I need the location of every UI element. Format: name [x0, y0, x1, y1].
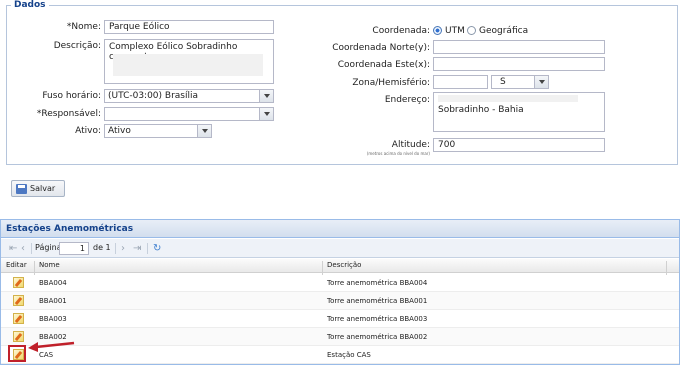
fuso-label: Fuso horário:	[42, 91, 101, 101]
table-row[interactable]: BBA003 Torre anemométrica BBA003	[1, 310, 679, 328]
hemisferio-value: S	[500, 77, 506, 87]
edit-icon[interactable]	[13, 277, 24, 288]
endereco-text: Sobradinho - Bahia	[438, 105, 524, 115]
radio-utm[interactable]	[433, 26, 442, 35]
table-row[interactable]: BBA002 Torre anemométrica BBA002	[1, 328, 679, 346]
radio-geografica-label: Geográfica	[479, 26, 529, 36]
page-input[interactable]: 1	[59, 242, 89, 255]
table-row[interactable]: BBA001 Torre anemométrica BBA001	[1, 292, 679, 310]
row-nome: BBA004	[39, 279, 67, 287]
row-nome: BBA001	[39, 297, 67, 305]
radio-utm-label: UTM	[445, 26, 465, 36]
save-button[interactable]: Salvar	[11, 180, 65, 197]
column-divider	[34, 261, 35, 275]
responsavel-label: *Responsável:	[36, 109, 101, 119]
first-page-icon[interactable]: ⇤	[9, 243, 17, 254]
floppy-disk-icon	[16, 184, 27, 194]
refresh-icon[interactable]: ↻	[153, 243, 161, 254]
row-nome: BBA003	[39, 315, 67, 323]
row-descricao: Estação CAS	[327, 351, 371, 359]
chevron-down-icon[interactable]	[534, 76, 548, 88]
endereco-label: Endereço:	[384, 95, 430, 105]
page-count: de 1	[93, 243, 111, 252]
panel-title: Estações Anemométricas	[1, 220, 679, 238]
chevron-down-icon[interactable]	[197, 125, 211, 137]
row-descricao: Torre anemométrica BBA001	[327, 297, 428, 305]
altitude-input[interactable]: 700	[433, 138, 605, 152]
separator	[115, 243, 116, 254]
column-divider	[322, 261, 323, 275]
row-descricao: Torre anemométrica BBA003	[327, 315, 428, 323]
norte-label: Coordenada Norte(y):	[332, 43, 430, 53]
row-nome: CAS	[39, 351, 54, 359]
ativo-label: Ativo:	[75, 126, 101, 136]
table-row[interactable]: BBA004 Torre anemométrica BBA004	[1, 274, 679, 292]
este-label: Coordenada Este(x):	[337, 60, 430, 70]
table-row[interactable]: CAS Estação CAS	[1, 346, 679, 364]
nome-label: *Nome:	[66, 22, 101, 32]
row-descricao: Torre anemométrica BBA004	[327, 279, 428, 287]
fuso-select[interactable]: (UTC-03:00) Brasília	[104, 89, 274, 103]
row-descricao: Torre anemométrica BBA002	[327, 333, 428, 341]
descricao-label: Descrição:	[53, 41, 101, 51]
save-button-label: Salvar	[30, 184, 56, 193]
separator	[147, 243, 148, 254]
chevron-down-icon[interactable]	[259, 90, 273, 102]
este-input[interactable]	[433, 57, 605, 71]
edit-icon[interactable]	[13, 313, 24, 324]
altitude-sublabel: (metros acima do nível do mar)	[366, 151, 430, 156]
col-editar[interactable]: Editar	[6, 261, 27, 269]
redacted-text	[438, 95, 578, 102]
separator	[31, 243, 32, 254]
fuso-value: (UTC-03:00) Brasília	[108, 91, 199, 101]
ativo-value: Ativo	[108, 126, 131, 136]
edit-icon[interactable]	[13, 295, 24, 306]
red-arrow-icon	[28, 341, 75, 352]
responsavel-select[interactable]	[104, 107, 274, 121]
hemisferio-select[interactable]: S	[491, 75, 549, 89]
paging-toolbar: ⇤ ‹ Página 1 de 1 › ⇥ ↻	[1, 239, 679, 258]
page-label: Página	[35, 243, 62, 252]
redacted-text	[113, 54, 263, 76]
dados-fieldset: Dados *Nome: Parque Eólico Descrição: Co…	[6, 0, 678, 165]
prev-page-icon[interactable]: ‹	[21, 243, 25, 254]
zona-input[interactable]	[433, 75, 488, 89]
estacoes-panel: Estações Anemométricas ⇤ ‹ Página 1 de 1…	[0, 219, 680, 365]
coordenada-label: Coordenada:	[372, 26, 430, 36]
col-nome[interactable]: Nome	[39, 261, 60, 269]
altitude-label: Altitude:	[391, 140, 430, 150]
grid-header: Editar Nome Descrição	[1, 259, 679, 275]
dados-legend: Dados	[11, 0, 49, 10]
endereco-textarea[interactable]: Sobradinho - Bahia	[433, 92, 605, 132]
zona-label: Zona/Hemisfério:	[352, 78, 430, 88]
last-page-icon[interactable]: ⇥	[133, 243, 141, 254]
norte-input[interactable]	[433, 40, 605, 54]
highlight-box	[8, 345, 26, 362]
ativo-select[interactable]: Ativo	[104, 124, 212, 138]
column-divider	[666, 261, 667, 275]
radio-geografica[interactable]	[467, 26, 476, 35]
nome-input[interactable]: Parque Eólico	[104, 20, 274, 34]
chevron-down-icon[interactable]	[259, 108, 273, 120]
edit-icon[interactable]	[13, 331, 24, 342]
next-page-icon[interactable]: ›	[121, 243, 125, 254]
col-descricao[interactable]: Descrição	[327, 261, 361, 269]
